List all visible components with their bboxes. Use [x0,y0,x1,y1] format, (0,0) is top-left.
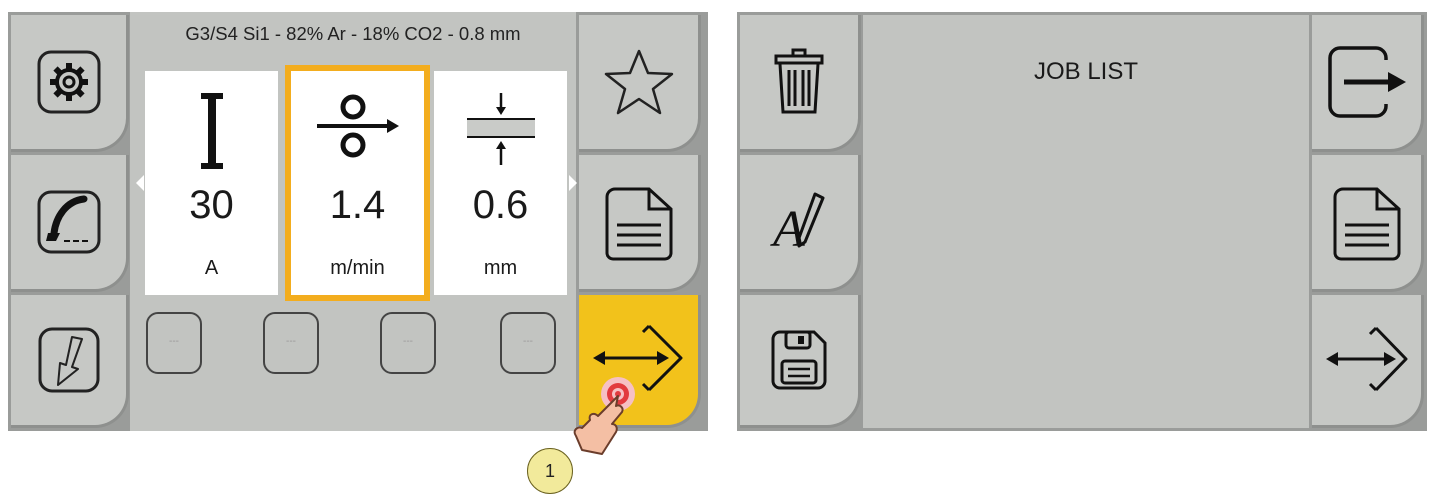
preset-slot[interactable]: --- [500,312,556,374]
exit-icon [1327,46,1406,118]
right-screen: JOB LIST A [737,12,1427,431]
preset-slot[interactable]: --- [146,312,202,374]
slot-label: --- [403,336,413,347]
job-list-title: JOB LIST [1033,58,1139,85]
preset-slot[interactable]: --- [263,312,319,374]
welding-torch-icon [37,190,100,254]
document-icon [1333,187,1400,261]
slot-label: --- [286,336,296,347]
rename-icon: A [770,192,825,254]
current-unit: A [204,257,219,279]
step-callout: 1 [527,448,573,494]
scroll-right-arrow[interactable] [569,175,577,191]
current-icon [200,93,223,169]
current-card[interactable]: 30 A [145,71,278,295]
scroll-left-arrow[interactable] [136,175,144,191]
document-button[interactable] [579,155,701,292]
wire-speed-card[interactable]: 1.4 m/min [291,71,424,295]
document-icon [605,187,672,261]
touch-hand-icon [573,377,635,455]
rename-button[interactable]: A [740,155,861,292]
torch-settings-button[interactable] [11,155,129,292]
trigger-mode-button[interactable] [11,295,129,428]
current-value: 30 [189,183,234,227]
save-button[interactable] [740,295,861,428]
favorites-button[interactable] [579,15,701,152]
trash-icon [774,48,824,114]
thickness-unit: mm [483,257,518,279]
preset-slot[interactable]: --- [380,312,436,374]
exit-button[interactable] [1312,15,1424,152]
wire-speed-value: 1.4 [329,183,386,227]
job-import-export-button[interactable] [1312,295,1424,428]
slot-label: --- [523,336,533,347]
slot-label: --- [169,336,179,347]
job-header: G3/S4 Si1 - 82% Ar - 18% CO2 - 0.8 mm [185,23,521,44]
thickness-icon [466,93,535,165]
settings-button[interactable] [11,15,129,152]
thickness-card[interactable]: 0.6 mm [434,71,567,295]
save-icon [771,330,827,390]
torch-trigger-icon [38,327,99,393]
star-icon [604,49,673,115]
delete-button[interactable] [740,15,861,152]
document-button[interactable] [1312,155,1424,292]
job-import-export-icon [1325,326,1407,392]
wire-speed-unit: m/min [330,257,385,279]
gear-icon [37,50,100,114]
wire-feed-icon [316,94,399,158]
left-screen: G3/S4 Si1 - 82% Ar - 18% CO2 - 0.8 mm 30… [8,12,708,431]
thickness-value: 0.6 [472,183,529,227]
